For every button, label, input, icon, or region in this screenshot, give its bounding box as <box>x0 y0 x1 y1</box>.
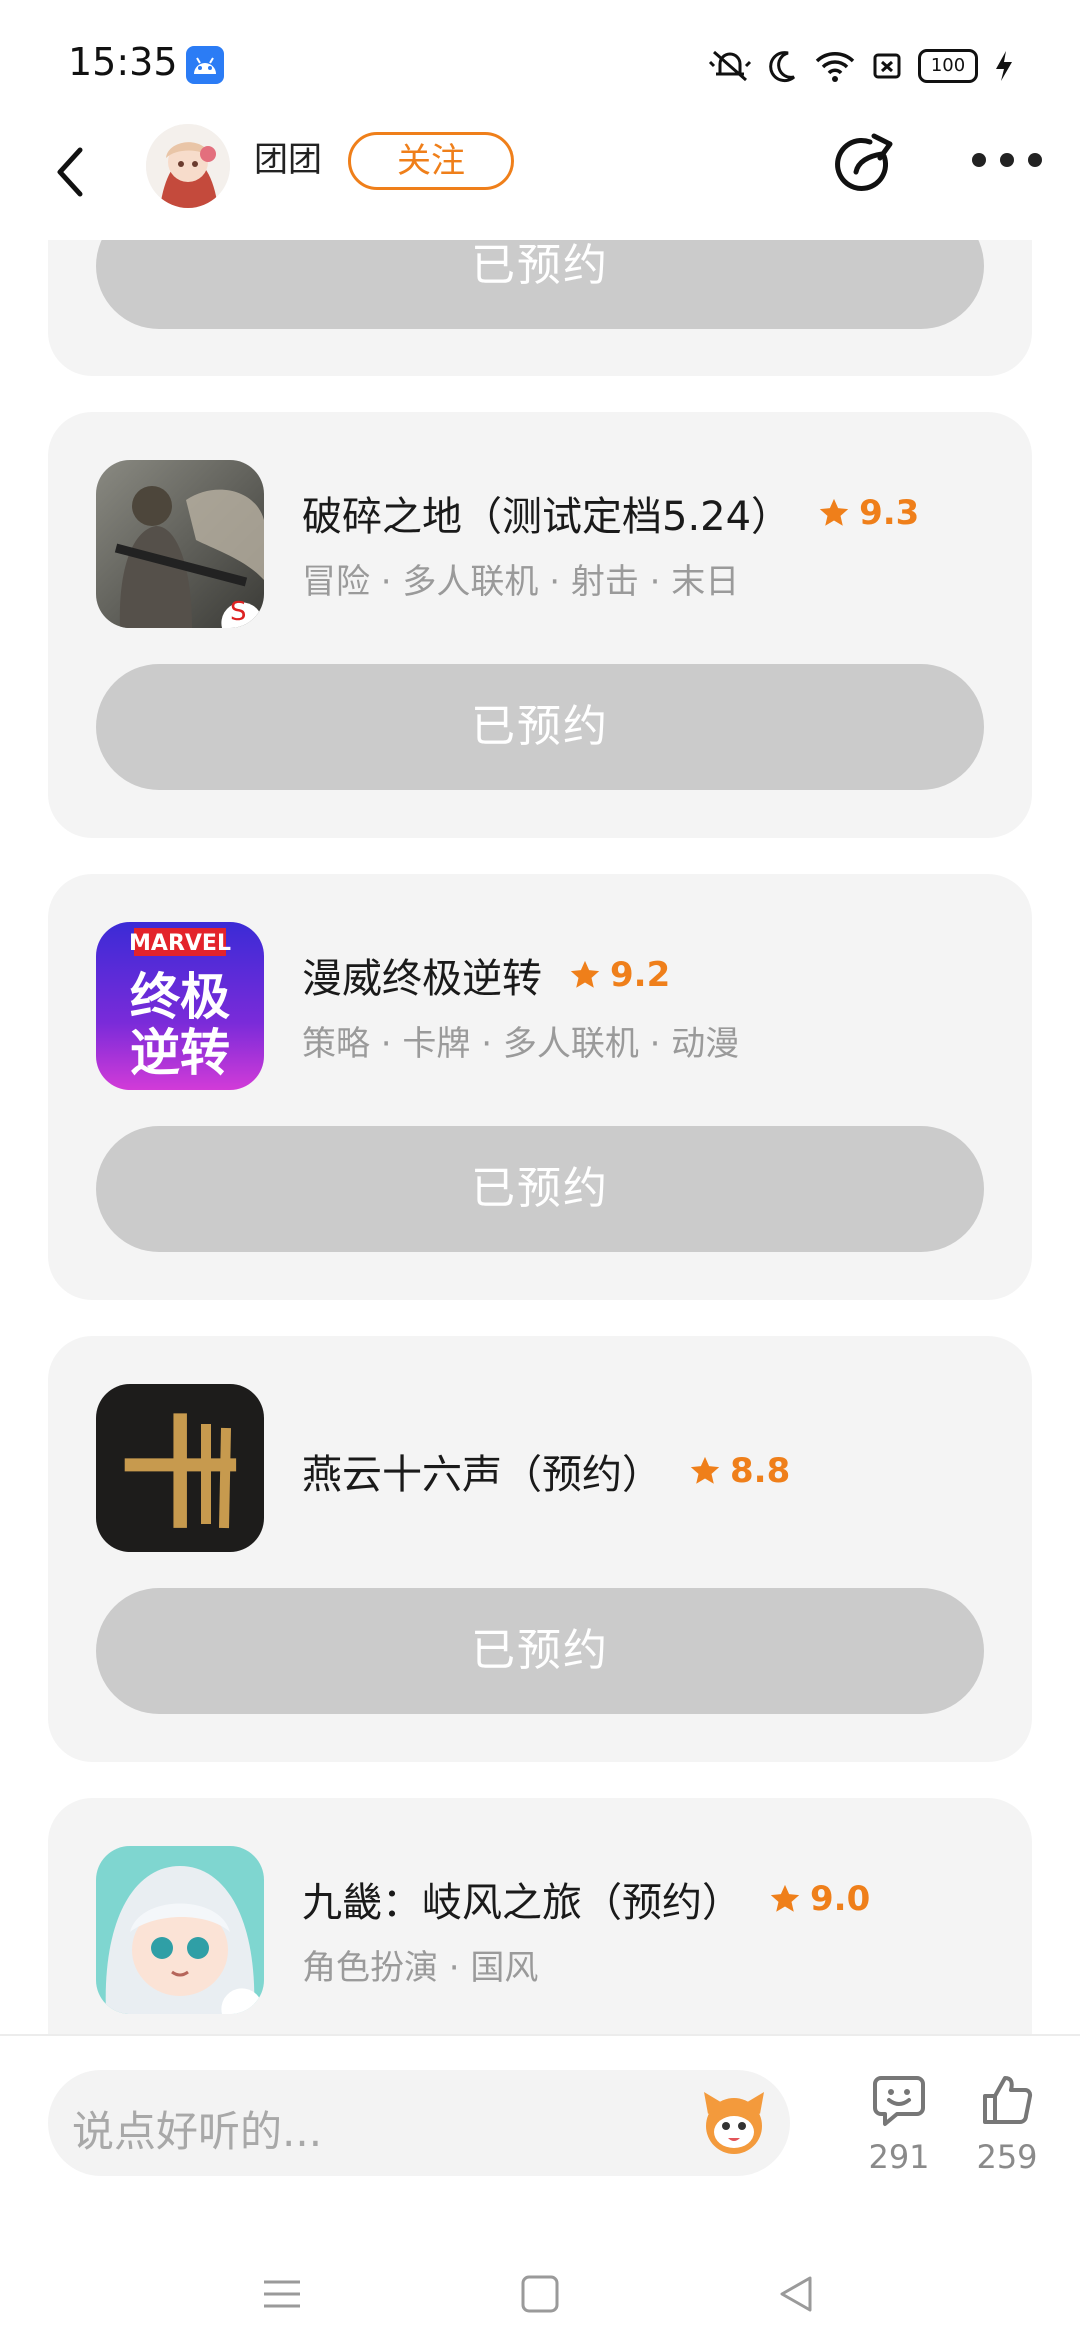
more-dot <box>1028 153 1042 167</box>
more-dot <box>1000 153 1014 167</box>
back-triangle-icon <box>780 2276 812 2312</box>
icon-text-bottom: 逆转 <box>130 1024 230 1082</box>
star-icon <box>819 498 849 526</box>
reserved-button[interactable]: 已预约 <box>96 664 984 790</box>
reserved-button[interactable]: 已预约 <box>96 1126 984 1252</box>
game-title[interactable]: 漫威终极逆转 <box>302 946 542 1004</box>
game-card: 九畿：岐风之旅（预约） 9.0 角色扮演 · 国风 <box>48 1798 1032 2034</box>
back-icon <box>57 147 83 197</box>
game-tags: 冒险 · 多人联机 · 射击 · 末日 <box>302 562 740 602</box>
like-action[interactable]: 259 <box>962 2072 1052 2176</box>
game-card: 已预约 <box>48 240 1032 376</box>
menu-icon <box>264 2280 300 2308</box>
comment-input[interactable]: 说点好听的... <box>48 2070 790 2176</box>
svg-text:S: S <box>230 597 247 627</box>
game-title-row: 漫威终极逆转 9.2 <box>302 946 670 1004</box>
game-title-row: 破碎之地（测试定档5.24） 9.3 <box>302 484 919 542</box>
game-tags: 策略 · 卡牌 · 多人联机 · 动漫 <box>302 1024 740 1064</box>
status-time: 15:35 <box>68 40 178 84</box>
android-app-icon <box>186 46 224 84</box>
more-button[interactable] <box>972 148 1042 172</box>
star-icon <box>690 1456 720 1484</box>
back-button[interactable] <box>50 142 110 218</box>
game-card: 十 燕云十六声（预约） 8.8 已预约 <box>48 1336 1032 1762</box>
wifi-icon <box>815 52 855 82</box>
sim-off-icon <box>873 53 901 79</box>
game-card: MARVEL 终极 逆转 漫威终极逆转 9.2 策略 · 卡牌 · 多人联机 ·… <box>48 874 1032 1300</box>
home-nav-button[interactable] <box>520 2274 560 2318</box>
rating-value: 9.2 <box>610 955 671 995</box>
like-count: 259 <box>976 2138 1038 2176</box>
menu-nav-button[interactable] <box>262 2274 302 2318</box>
game-rating: 8.8 <box>688 1451 790 1491</box>
top-header: 团团 关注 <box>0 120 1080 240</box>
marvel-game-icon[interactable]: MARVEL 终极 逆转 <box>96 922 264 1090</box>
status-bar: 15:35 100 <box>0 0 1080 130</box>
soldier-game-icon[interactable]: S <box>96 460 264 628</box>
moon-icon <box>769 51 796 83</box>
charging-icon <box>996 51 1012 81</box>
battery-icon: 100 <box>918 49 978 83</box>
marvel-logo-text: MARVEL <box>129 931 231 956</box>
comment-icon <box>873 2076 925 2126</box>
reserved-button[interactable]: 已预约 <box>96 1588 984 1714</box>
follow-button[interactable]: 关注 <box>348 132 514 190</box>
rating-value: 8.8 <box>730 1451 791 1491</box>
status-icons: 100 <box>708 46 1014 86</box>
game-title[interactable]: 九畿：岐风之旅（预约） <box>302 1870 742 1928</box>
game-rating: 9.0 <box>768 1879 870 1919</box>
mute-icon <box>708 50 752 82</box>
reserved-button[interactable]: 已预约 <box>96 240 984 329</box>
share-button[interactable] <box>834 132 898 196</box>
share-icon <box>835 133 893 191</box>
game-title[interactable]: 破碎之地（测试定档5.24） <box>302 484 791 542</box>
comment-count: 291 <box>868 2138 930 2176</box>
system-nav-bar <box>0 2256 1080 2346</box>
icon-text-top: 终极 <box>130 968 230 1026</box>
game-card: S 破碎之地（测试定档5.24） 9.3 冒险 · 多人联机 · 射击 · 末日… <box>48 412 1032 838</box>
avatar[interactable] <box>146 124 230 208</box>
comment-action[interactable]: 291 <box>854 2072 944 2176</box>
home-icon <box>521 2275 559 2313</box>
bottom-bar: 说点好听的... 291 259 <box>0 2034 1080 2342</box>
game-list: 已预约 S 破碎之地（测试定档5.24） 9.3 冒险 · 多人联机 · 射击 … <box>0 240 1080 2034</box>
game-tags: 角色扮演 · 国风 <box>302 1948 539 1988</box>
author-name[interactable]: 团团 <box>254 140 322 180</box>
rating-value: 9.0 <box>810 1879 871 1919</box>
anime-girl-game-icon[interactable] <box>96 1846 264 2014</box>
game-rating: 9.3 <box>817 493 919 533</box>
game-title-row: 燕云十六声（预约） 8.8 <box>302 1442 790 1500</box>
comment-placeholder: 说点好听的... <box>72 2107 323 2156</box>
yanyun-game-icon[interactable]: 十 <box>96 1384 264 1552</box>
more-dot <box>972 153 986 167</box>
game-title[interactable]: 燕云十六声（预约） <box>302 1442 662 1500</box>
game-rating: 9.2 <box>568 955 670 995</box>
thumbs-up-icon <box>983 2076 1033 2124</box>
star-icon <box>570 960 600 988</box>
game-title-row: 九畿：岐风之旅（预约） 9.0 <box>302 1870 870 1928</box>
rating-value: 9.3 <box>859 493 920 533</box>
mascot-emoji-icon[interactable] <box>696 2084 772 2160</box>
star-icon <box>770 1884 800 1912</box>
back-nav-button[interactable] <box>776 2274 816 2318</box>
